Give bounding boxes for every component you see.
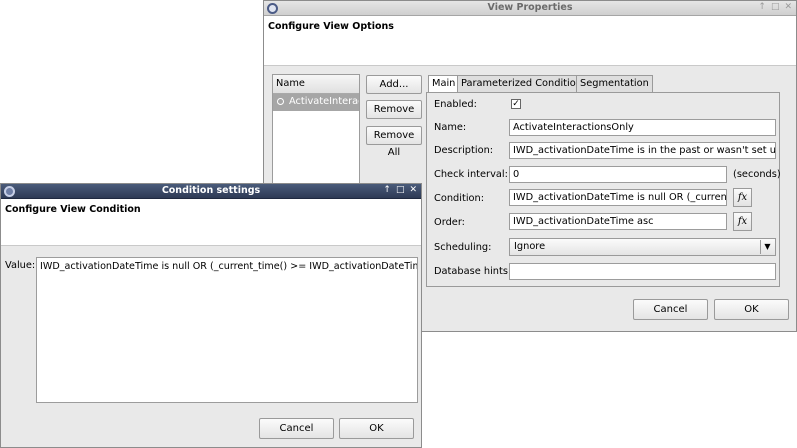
condition-cancel-button[interactable]: Cancel bbox=[259, 418, 334, 439]
scheduling-label: Scheduling: bbox=[434, 242, 492, 253]
pin-icon[interactable]: ↑ bbox=[383, 185, 391, 195]
condition-ok-button[interactable]: OK bbox=[339, 418, 414, 439]
enabled-label: Enabled: bbox=[434, 99, 477, 110]
close-icon[interactable]: ✕ bbox=[784, 2, 792, 12]
description-label: Description: bbox=[434, 145, 494, 156]
maximize-icon[interactable]: □ bbox=[396, 185, 405, 195]
add-button[interactable]: Add... bbox=[366, 75, 422, 94]
order-fx-button[interactable]: fx bbox=[733, 212, 752, 231]
name-label: Name: bbox=[434, 122, 467, 133]
list-item-label: ActivateInteractionsOnly bbox=[289, 96, 359, 107]
scheduling-select[interactable]: Ignore ▼ bbox=[509, 238, 776, 256]
name-field[interactable]: ActivateInteractionsOnly bbox=[509, 119, 776, 136]
check-interval-unit: (seconds) bbox=[733, 169, 781, 180]
order-field[interactable]: IWD_activationDateTime asc bbox=[509, 213, 727, 230]
condition-settings-window: Condition settings ↑ □ ✕ Configure View … bbox=[0, 183, 422, 448]
scheduling-value: Ignore bbox=[514, 241, 546, 252]
condition-fx-button[interactable]: fx bbox=[733, 188, 752, 207]
header-area: Configure View Options bbox=[264, 16, 796, 66]
condition-settings-titlebar[interactable]: Condition settings ↑ □ ✕ bbox=[1, 184, 421, 199]
header-title: Configure View Options bbox=[268, 21, 394, 32]
header-title: Configure View Condition bbox=[5, 204, 141, 215]
remove-all-button[interactable]: Remove All bbox=[366, 126, 422, 158]
pin-icon[interactable]: ↑ bbox=[758, 2, 766, 12]
database-hints-field[interactable] bbox=[509, 263, 776, 280]
check-interval-field[interactable]: 0 bbox=[509, 166, 727, 183]
close-icon[interactable]: ✕ bbox=[409, 185, 417, 195]
database-hints-label: Database hints: bbox=[434, 266, 512, 277]
enabled-checkbox[interactable]: ✓ bbox=[511, 99, 521, 109]
header-area: Configure View Condition bbox=[1, 199, 421, 246]
list-header[interactable]: Name bbox=[273, 75, 359, 94]
view-item-icon bbox=[277, 98, 284, 105]
tab-segmentation[interactable]: Segmentation bbox=[576, 75, 653, 92]
tab-parameterized-conditions[interactable]: Parameterized Conditions bbox=[457, 75, 592, 92]
view-properties-ok-button[interactable]: OK bbox=[714, 299, 789, 320]
window-controls: ↑ □ ✕ bbox=[383, 185, 417, 195]
window-title: Condition settings bbox=[161, 185, 261, 196]
list-item[interactable]: ActivateInteractionsOnly bbox=[273, 94, 359, 111]
tab-main[interactable]: Main bbox=[428, 75, 460, 93]
order-label: Order: bbox=[434, 217, 465, 228]
check-interval-label: Check interval: bbox=[434, 169, 508, 180]
condition-field[interactable]: IWD_activationDateTime is null OR (_curr… bbox=[509, 189, 727, 206]
condition-label: Condition: bbox=[434, 193, 485, 204]
value-label: Value: bbox=[5, 260, 36, 271]
remove-button[interactable]: Remove bbox=[366, 100, 422, 119]
window-title: View Properties bbox=[487, 2, 573, 13]
window-controls: ↑ □ ✕ bbox=[758, 2, 792, 12]
description-field[interactable]: IWD_activationDateTime is in the past or… bbox=[509, 142, 776, 159]
chevron-down-icon: ▼ bbox=[760, 240, 774, 254]
views-list: Name ActivateInteractionsOnly bbox=[272, 74, 360, 194]
value-textarea[interactable]: IWD_activationDateTime is null OR (_curr… bbox=[36, 257, 418, 403]
view-properties-titlebar[interactable]: View Properties ↑ □ ✕ bbox=[264, 1, 796, 16]
view-properties-cancel-button[interactable]: Cancel bbox=[633, 299, 708, 320]
maximize-icon[interactable]: □ bbox=[771, 2, 780, 12]
